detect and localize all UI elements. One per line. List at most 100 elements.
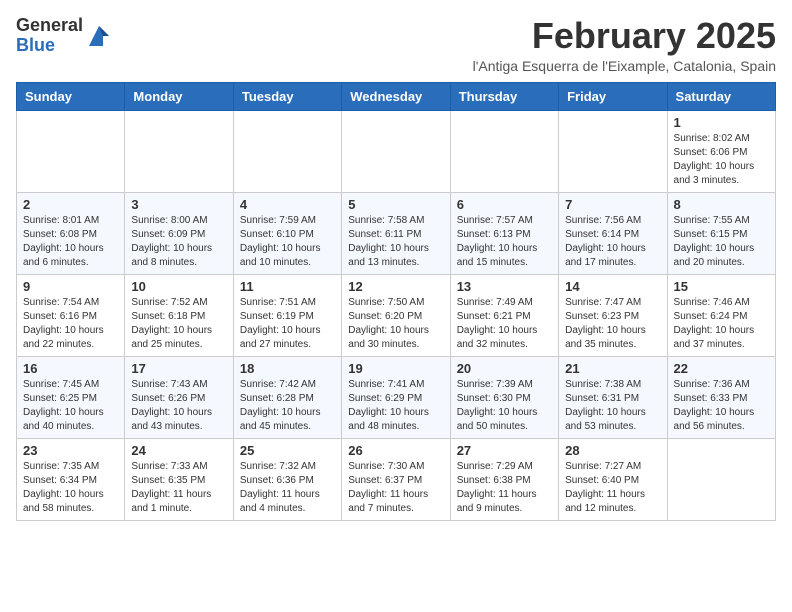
day-info: Sunrise: 7:39 AM Sunset: 6:30 PM Dayligh…: [457, 378, 552, 434]
day-number: 24: [131, 443, 226, 458]
calendar-cell: 20 Sunrise: 7:39 AM Sunset: 6:30 PM Dayli…: [450, 356, 558, 438]
calendar-cell: 5 Sunrise: 7:58 AM Sunset: 6:11 PM Daylig…: [342, 192, 450, 274]
calendar-cell: [559, 110, 667, 192]
weekday-header-thursday: Thursday: [450, 82, 558, 110]
day-info: Sunrise: 7:50 AM Sunset: 6:20 PM Dayligh…: [348, 296, 443, 352]
calendar-cell: 11Sunrise: 7:51 AM Sunset: 6:19 PM Dayli…: [233, 274, 341, 356]
calendar-cell: 10 Sunrise: 7:52 AM Sunset: 6:18 PM Dayli…: [125, 274, 233, 356]
calendar-subtitle: l'Antiga Esquerra de l'Eixample, Catalon…: [473, 58, 776, 74]
calendar-table: SundayMondayTuesdayWednesdayThursdayFrid…: [16, 82, 776, 521]
calendar-cell: 16Sunrise: 7:45 AM Sunset: 6:25 PM Dayli…: [17, 356, 125, 438]
calendar-cell: 4 Sunrise: 7:59 AM Sunset: 6:10 PM Daylig…: [233, 192, 341, 274]
week-row-4: 23 Sunrise: 7:35 AM Sunset: 6:34 PM Dayli…: [17, 438, 776, 520]
calendar-cell: 17Sunrise: 7:43 AM Sunset: 6:26 PM Dayli…: [125, 356, 233, 438]
day-info: Sunrise: 7:42 AM Sunset: 6:28 PM Dayligh…: [240, 378, 335, 434]
day-number: 1: [674, 115, 769, 130]
day-number: 3: [131, 197, 226, 212]
day-info: Sunrise: 7:38 AM Sunset: 6:31 PM Dayligh…: [565, 378, 660, 434]
day-number: 5: [348, 197, 443, 212]
calendar-cell: 28 Sunrise: 7:27 AM Sunset: 6:40 PM Dayli…: [559, 438, 667, 520]
logo-icon: [85, 22, 113, 50]
calendar-cell: 7 Sunrise: 7:56 AM Sunset: 6:14 PM Daylig…: [559, 192, 667, 274]
day-number: 23: [23, 443, 118, 458]
day-info: Sunrise: 7:36 AM Sunset: 6:33 PM Dayligh…: [674, 378, 769, 434]
calendar-cell: 14 Sunrise: 7:47 AM Sunset: 6:23 PM Dayli…: [559, 274, 667, 356]
calendar-cell: 15Sunrise: 7:46 AM Sunset: 6:24 PM Dayli…: [667, 274, 775, 356]
day-number: 15: [674, 279, 769, 294]
day-info: Sunrise: 8:00 AM Sunset: 6:09 PM Dayligh…: [131, 214, 226, 270]
week-row-0: 1 Sunrise: 8:02 AM Sunset: 6:06 PM Daylig…: [17, 110, 776, 192]
day-number: 28: [565, 443, 660, 458]
day-number: 27: [457, 443, 552, 458]
calendar-cell: 18 Sunrise: 7:42 AM Sunset: 6:28 PM Dayli…: [233, 356, 341, 438]
day-info: Sunrise: 7:52 AM Sunset: 6:18 PM Dayligh…: [131, 296, 226, 352]
calendar-cell: 13 Sunrise: 7:49 AM Sunset: 6:21 PM Dayli…: [450, 274, 558, 356]
logo: General Blue: [16, 16, 113, 56]
calendar-cell: 3 Sunrise: 8:00 AM Sunset: 6:09 PM Daylig…: [125, 192, 233, 274]
calendar-cell: 19 Sunrise: 7:41 AM Sunset: 6:29 PM Dayli…: [342, 356, 450, 438]
day-number: 12: [348, 279, 443, 294]
day-number: 14: [565, 279, 660, 294]
calendar-cell: [233, 110, 341, 192]
day-info: Sunrise: 7:57 AM Sunset: 6:13 PM Dayligh…: [457, 214, 552, 270]
day-info: Sunrise: 8:01 AM Sunset: 6:08 PM Dayligh…: [23, 214, 118, 270]
week-row-3: 16Sunrise: 7:45 AM Sunset: 6:25 PM Dayli…: [17, 356, 776, 438]
weekday-header-row: SundayMondayTuesdayWednesdayThursdayFrid…: [17, 82, 776, 110]
day-info: Sunrise: 7:41 AM Sunset: 6:29 PM Dayligh…: [348, 378, 443, 434]
calendar-cell: 24 Sunrise: 7:33 AM Sunset: 6:35 PM Dayli…: [125, 438, 233, 520]
day-info: Sunrise: 7:55 AM Sunset: 6:15 PM Dayligh…: [674, 214, 769, 270]
day-info: Sunrise: 7:54 AM Sunset: 6:16 PM Dayligh…: [23, 296, 118, 352]
day-number: 6: [457, 197, 552, 212]
day-number: 17: [131, 361, 226, 376]
calendar-cell: 27 Sunrise: 7:29 AM Sunset: 6:38 PM Dayli…: [450, 438, 558, 520]
day-info: Sunrise: 7:33 AM Sunset: 6:35 PM Dayligh…: [131, 460, 226, 516]
weekday-header-monday: Monday: [125, 82, 233, 110]
day-number: 19: [348, 361, 443, 376]
day-info: Sunrise: 8:02 AM Sunset: 6:06 PM Dayligh…: [674, 132, 769, 188]
calendar-cell: [125, 110, 233, 192]
calendar-cell: [342, 110, 450, 192]
day-number: 7: [565, 197, 660, 212]
day-number: 18: [240, 361, 335, 376]
day-info: Sunrise: 7:27 AM Sunset: 6:40 PM Dayligh…: [565, 460, 660, 516]
calendar-cell: 12 Sunrise: 7:50 AM Sunset: 6:20 PM Dayli…: [342, 274, 450, 356]
day-info: Sunrise: 7:58 AM Sunset: 6:11 PM Dayligh…: [348, 214, 443, 270]
day-number: 9: [23, 279, 118, 294]
calendar-cell: 2 Sunrise: 8:01 AM Sunset: 6:08 PM Daylig…: [17, 192, 125, 274]
weekday-header-wednesday: Wednesday: [342, 82, 450, 110]
calendar-cell: 6 Sunrise: 7:57 AM Sunset: 6:13 PM Daylig…: [450, 192, 558, 274]
day-info: Sunrise: 7:47 AM Sunset: 6:23 PM Dayligh…: [565, 296, 660, 352]
day-number: 2: [23, 197, 118, 212]
day-info: Sunrise: 7:56 AM Sunset: 6:14 PM Dayligh…: [565, 214, 660, 270]
weekday-header-tuesday: Tuesday: [233, 82, 341, 110]
weekday-header-saturday: Saturday: [667, 82, 775, 110]
calendar-title: February 2025: [473, 16, 776, 56]
title-section: February 2025 l'Antiga Esquerra de l'Eix…: [473, 16, 776, 74]
calendar-cell: 26Sunrise: 7:30 AM Sunset: 6:37 PM Dayli…: [342, 438, 450, 520]
logo-blue-text: Blue: [16, 36, 83, 56]
calendar-cell: 21 Sunrise: 7:38 AM Sunset: 6:31 PM Dayli…: [559, 356, 667, 438]
day-number: 21: [565, 361, 660, 376]
calendar-cell: 25Sunrise: 7:32 AM Sunset: 6:36 PM Dayli…: [233, 438, 341, 520]
day-info: Sunrise: 7:29 AM Sunset: 6:38 PM Dayligh…: [457, 460, 552, 516]
logo-general-text: General: [16, 16, 83, 36]
day-number: 13: [457, 279, 552, 294]
day-number: 25: [240, 443, 335, 458]
calendar-cell: [17, 110, 125, 192]
day-number: 10: [131, 279, 226, 294]
week-row-2: 9 Sunrise: 7:54 AM Sunset: 6:16 PM Daylig…: [17, 274, 776, 356]
day-info: Sunrise: 7:59 AM Sunset: 6:10 PM Dayligh…: [240, 214, 335, 270]
day-number: 20: [457, 361, 552, 376]
week-row-1: 2 Sunrise: 8:01 AM Sunset: 6:08 PM Daylig…: [17, 192, 776, 274]
day-number: 4: [240, 197, 335, 212]
calendar-cell: [450, 110, 558, 192]
day-info: Sunrise: 7:35 AM Sunset: 6:34 PM Dayligh…: [23, 460, 118, 516]
day-info: Sunrise: 7:49 AM Sunset: 6:21 PM Dayligh…: [457, 296, 552, 352]
day-number: 22: [674, 361, 769, 376]
page-header: General Blue February 2025 l'Antiga Esqu…: [16, 16, 776, 74]
weekday-header-sunday: Sunday: [17, 82, 125, 110]
weekday-header-friday: Friday: [559, 82, 667, 110]
day-number: 8: [674, 197, 769, 212]
calendar-cell: 8 Sunrise: 7:55 AM Sunset: 6:15 PM Daylig…: [667, 192, 775, 274]
calendar-cell: 23 Sunrise: 7:35 AM Sunset: 6:34 PM Dayli…: [17, 438, 125, 520]
